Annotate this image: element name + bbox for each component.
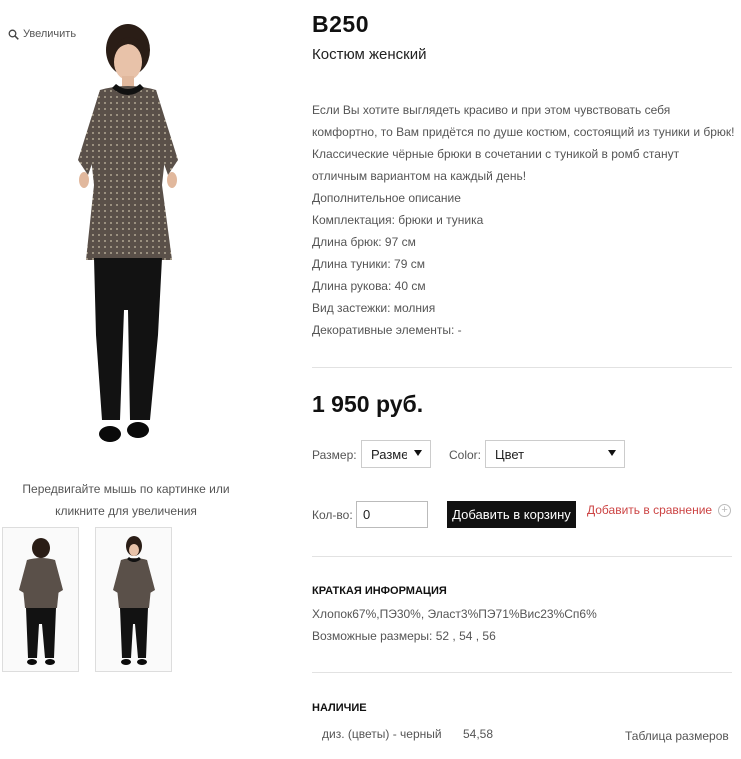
product-price: 1 950 руб. <box>312 391 424 417</box>
description-line: комфортно, то Вам придётся по душе костю… <box>312 125 735 139</box>
size-select[interactable]: Размер <box>361 440 431 468</box>
description-line: Дополнительное описание <box>312 191 461 205</box>
availability-sizes: 54,58 <box>463 727 494 741</box>
model-photo <box>78 24 178 442</box>
thumbnail-photo <box>96 528 171 671</box>
thumbnail-back-view[interactable] <box>2 527 79 672</box>
quantity-input[interactable]: 0 <box>356 501 428 528</box>
divider <box>312 556 732 557</box>
product-name: Костюм женский <box>312 46 427 63</box>
description-line: отличным вариантом на каждый день! <box>312 169 527 183</box>
description-line: Классические чёрные брюки в сочетании с … <box>312 147 680 161</box>
add-to-compare-link[interactable]: Добавить в сравнение + <box>587 503 732 517</box>
description-line: Длина рукова: 40 см <box>312 279 426 293</box>
description-line: Декоративные элементы: - <box>312 323 462 337</box>
chevron-down-icon <box>414 450 422 456</box>
description-line: Длина брюк: 97 см <box>312 235 416 249</box>
divider <box>312 672 732 673</box>
plus-icon: + <box>718 503 732 517</box>
magnifier-icon <box>8 29 19 40</box>
description-line: Комплектация: брюки и туника <box>312 213 484 227</box>
zoom-link[interactable]: Увеличить <box>8 28 76 40</box>
size-label: Размер: <box>312 448 357 462</box>
add-to-cart-button[interactable]: Добавить в корзину <box>447 501 576 528</box>
description-line: Вид застежки: молния <box>312 301 436 315</box>
short-info-title: КРАТКАЯ ИНФОРМАЦИЯ <box>312 585 447 597</box>
thumbnail-photo <box>3 528 78 671</box>
gallery-hint: Передвигайте мышь по картинке или кликни… <box>22 482 230 518</box>
product-sku: B250 <box>312 11 369 37</box>
description-line: Если Вы хотите выглядеть красиво и при э… <box>312 103 671 117</box>
qty-label: Кол-во: <box>312 508 353 522</box>
availability-title: НАЛИЧИЕ <box>312 702 367 714</box>
description-line: Длина туники: 79 см <box>312 257 425 271</box>
availability-variant: диз. (цветы) - черный <box>322 727 442 741</box>
size-chart-link[interactable]: Таблица размеров <box>625 729 729 743</box>
color-select[interactable]: Цвет <box>485 440 625 468</box>
color-label: Color: <box>449 448 482 462</box>
divider <box>312 367 732 368</box>
chevron-down-icon <box>608 450 616 456</box>
size-select-value: Размер <box>371 446 407 462</box>
composition-text: Хлопок67%,ПЭ30%, Эласт3%ПЭ71%Вис23%Сп6% <box>312 607 597 621</box>
product-description: Если Вы хотите выглядеть красиво и при э… <box>312 99 740 341</box>
sizes-text: Возможные размеры: 52 , 54 , 56 <box>312 629 496 643</box>
color-select-value: Цвет <box>495 446 525 462</box>
zoom-label: Увеличить <box>23 28 77 40</box>
thumbnail-front-view[interactable] <box>95 527 172 672</box>
main-product-image[interactable]: Увеличить <box>0 10 252 450</box>
compare-label: Добавить в сравнение <box>587 503 713 517</box>
